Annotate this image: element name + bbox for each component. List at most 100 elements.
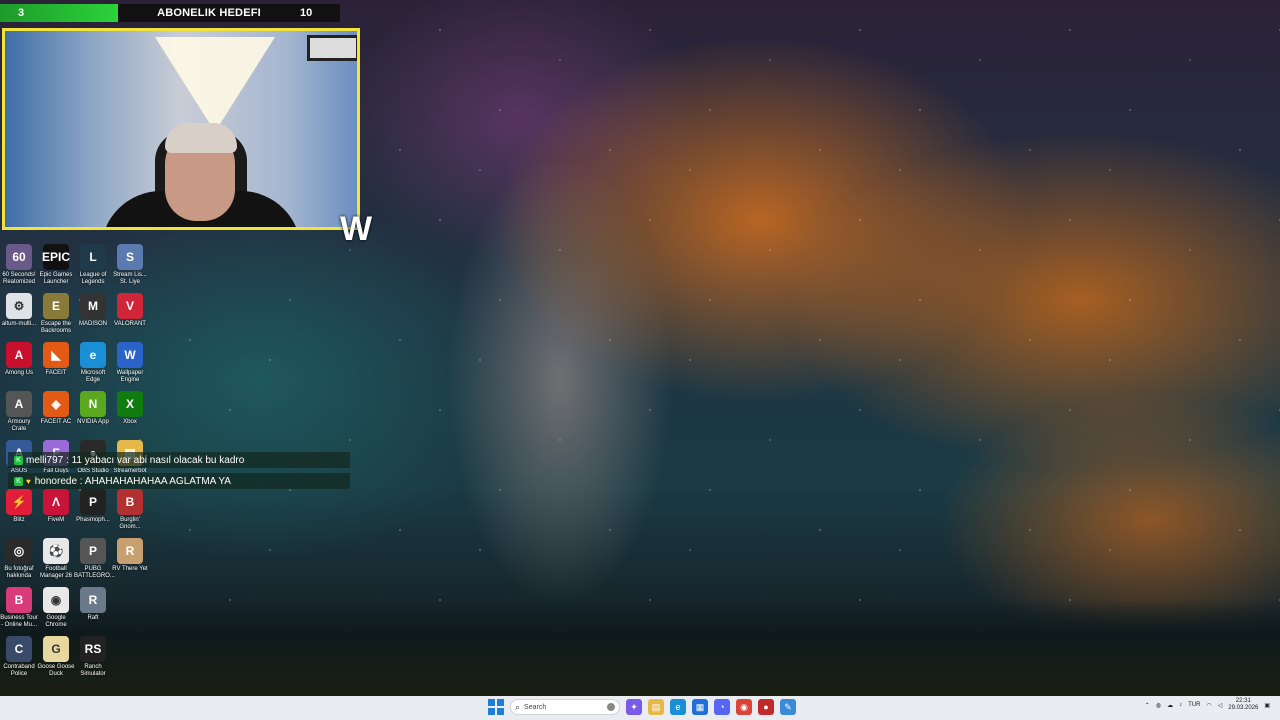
start-button[interactable] (488, 699, 504, 715)
desktop-icon[interactable]: ⚙ altum-multi... (0, 293, 38, 328)
clock-date: 29.03.2026 (1228, 705, 1259, 711)
desktop-icon[interactable]: A Among Us (0, 342, 38, 377)
desktop-icon-label: Burglin' Gnom... (119, 517, 141, 530)
armoury-icon: A (6, 391, 32, 417)
desktop-icon[interactable]: ◈ FACEIT AC (37, 391, 75, 426)
desktop-icon[interactable]: A Armoury Crate (0, 391, 38, 433)
copilot-icon[interactable]: ✦ (626, 699, 642, 715)
app-icon[interactable]: ● (758, 699, 774, 715)
desktop-icon[interactable]: R Raft (74, 587, 112, 622)
blitz-icon: ⚡ (6, 489, 32, 515)
desktop-icon[interactable]: Λ FiveM (37, 489, 75, 524)
faceit-ac-icon: ◈ (43, 391, 69, 417)
clock[interactable]: 22:31 29.03.2026 (1228, 698, 1258, 712)
desktop-icon[interactable]: M MADISON (74, 293, 112, 328)
chrome-icon: ◉ (43, 587, 69, 613)
cloud-icon[interactable]: ☁ (1167, 702, 1173, 709)
desktop-icon[interactable]: C Contraband Police (0, 636, 38, 678)
desktop-icon[interactable]: W Wallpaper Engine (111, 342, 149, 384)
desktop-icon-label: Contraband Police (3, 664, 35, 677)
badge-icon: K (14, 476, 23, 486)
desktop-icon[interactable]: ⚽ Football Manager 26 (37, 538, 75, 580)
desktop-icon-label: Raft (87, 615, 99, 621)
desktop-icon-label: MADISON (78, 321, 107, 327)
wall-light-panel (155, 37, 275, 132)
desktop-icon-label: 60 Seconds! Reatomized (2, 272, 36, 285)
volume-icon[interactable]: ◁ (1218, 702, 1223, 709)
desktop-icon[interactable]: e Microsoft Edge (74, 342, 112, 384)
game-icon: B (117, 489, 143, 515)
desktop-icon-label: FiveM (47, 517, 65, 523)
desktop-icon-label: Phasmoph... (76, 517, 110, 523)
stream-icon: S (117, 244, 143, 270)
desktop-icon[interactable]: E Escape the Backrooms (37, 293, 75, 335)
desktop-icon[interactable]: EPIC Epic Games Launcher (37, 244, 75, 286)
search-highlight-icon (607, 703, 615, 711)
desktop-icon[interactable]: L League of Legends (74, 244, 112, 286)
desktop-icon[interactable]: ◉ Google Chrome (37, 587, 75, 629)
desktop-icon-label: Football Manager 26 (39, 566, 73, 579)
faceit-icon: ◣ (43, 342, 69, 368)
desktop-icon-label: FACEIT AC (40, 419, 72, 425)
game-icon: G (43, 636, 69, 662)
file-explorer-icon[interactable]: ▤ (648, 699, 664, 715)
desktop-icon[interactable]: X Xbox (111, 391, 149, 426)
desktop-icon-label: Blitz (13, 517, 25, 523)
desktop-icon[interactable]: R RV There Yet (111, 538, 149, 573)
heart-icon: ♥ (26, 476, 31, 486)
desktop-icon-label: Business Tour - Online Mu... (0, 615, 38, 628)
subscriber-goal-bar: 3 ABONELIK HEDEFI 10 (0, 4, 340, 22)
taskbar-search[interactable]: ⌕ Search (510, 699, 620, 715)
file-icon: ⚙ (6, 293, 32, 319)
desktop-icon[interactable]: S Stream Lis... St. Liye (111, 244, 149, 286)
desktop-icon-label: League of Legends (79, 272, 107, 285)
desktop-icon[interactable]: ◣ FACEIT (37, 342, 75, 377)
desktop-icon[interactable]: 60 60 Seconds! Reatomized (0, 244, 38, 286)
desktop-icon-label: Ranch Simulator (80, 664, 106, 677)
desktop-icon-label: Wallpaper Engine (116, 370, 144, 383)
mic-icon[interactable]: ♪ (1179, 702, 1182, 708)
fivem-icon: Λ (43, 489, 69, 515)
stream-logo-icon: W (340, 210, 373, 248)
valorant-icon: V (117, 293, 143, 319)
desktop-wallpaper: 3 ABONELIK HEDEFI 10 W 60 60 Seconds! Rea… (0, 0, 1280, 696)
discord-icon[interactable]: ◔ (714, 699, 730, 715)
edge-icon: e (80, 342, 106, 368)
store-icon[interactable]: ▦ (692, 699, 708, 715)
goal-current-count: 3 (0, 4, 118, 22)
desktop-icon[interactable]: ⚡ Blitz (0, 489, 38, 524)
game-icon: M (80, 293, 106, 319)
desktop-icon[interactable]: V VALORANT (111, 293, 149, 328)
edge-taskbar-icon[interactable]: e (670, 699, 686, 715)
desktop-icon[interactable]: B Business Tour - Online Mu... (0, 587, 38, 629)
desktop-icon-label: PUBG BATTLEGRO... (74, 566, 115, 579)
game-icon: RS (80, 636, 106, 662)
desktop-icon[interactable]: N NVIDIA App (74, 391, 112, 426)
desktop-icon-label: Google Chrome (45, 615, 67, 628)
desktop-icon-label: Epic Games Launcher (39, 272, 73, 285)
desktop-icon-label: Bu fotoğraf hakkında (4, 566, 34, 579)
desktop-icon[interactable]: B Burglin' Gnom... (111, 489, 149, 531)
chevron-up-icon[interactable]: ⌃ (1145, 702, 1150, 709)
desktop-icon-label: altum-multi... (1, 321, 37, 327)
pen-icon[interactable]: ✎ (780, 699, 796, 715)
desktop-icon[interactable]: G Goose Goose Duck (37, 636, 75, 678)
desktop-icon[interactable]: RS Ranch Simulator (74, 636, 112, 678)
desktop-icon-label: Xbox (123, 419, 137, 425)
wifi-icon[interactable]: ◠ (1206, 702, 1211, 709)
game-icon: R (117, 538, 143, 564)
network-icon[interactable]: ◍ (1156, 702, 1161, 709)
notification-icon[interactable]: ▣ (1264, 702, 1270, 709)
chrome-taskbar-icon[interactable]: ◉ (736, 699, 752, 715)
desktop-icon-label: Goose Goose Duck (37, 664, 75, 677)
desktop-icon[interactable]: ◎ Bu fotoğraf hakkında (0, 538, 38, 580)
desktop-icon-label: Armoury Crate (7, 419, 31, 432)
game-icon: C (6, 636, 32, 662)
epic-games-icon: EPIC (42, 244, 70, 270)
desktop-icon[interactable]: P Phasmoph... (74, 489, 112, 524)
football-manager-icon: ⚽ (43, 538, 69, 564)
desktop-icon[interactable]: P PUBG BATTLEGRO... (74, 538, 115, 580)
desktop-icon-label: Stream Lis... St. Liye (113, 272, 147, 285)
language-indicator[interactable]: TUR (1188, 702, 1200, 708)
xbox-icon: X (117, 391, 143, 417)
